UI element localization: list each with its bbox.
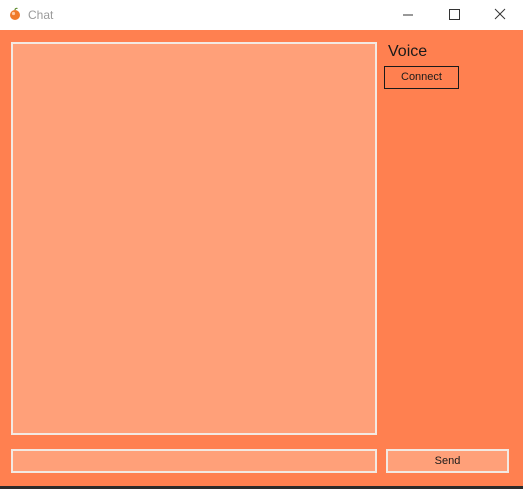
close-icon bbox=[494, 8, 506, 20]
minimize-button[interactable] bbox=[385, 0, 431, 30]
app-icon bbox=[8, 7, 22, 21]
send-button[interactable]: Send bbox=[386, 449, 509, 473]
voice-label: Voice bbox=[388, 43, 428, 60]
chat-log[interactable] bbox=[11, 42, 377, 435]
title-bar[interactable]: Chat bbox=[0, 0, 523, 30]
window-title: Chat bbox=[28, 8, 54, 22]
maximize-icon bbox=[449, 9, 460, 20]
chat-window: Chat Voice Connect Send bbox=[0, 0, 523, 486]
connect-button[interactable]: Connect bbox=[384, 66, 459, 89]
close-button[interactable] bbox=[477, 0, 523, 30]
maximize-button[interactable] bbox=[431, 0, 477, 30]
minimize-icon bbox=[403, 14, 413, 16]
message-input[interactable] bbox=[11, 449, 377, 473]
